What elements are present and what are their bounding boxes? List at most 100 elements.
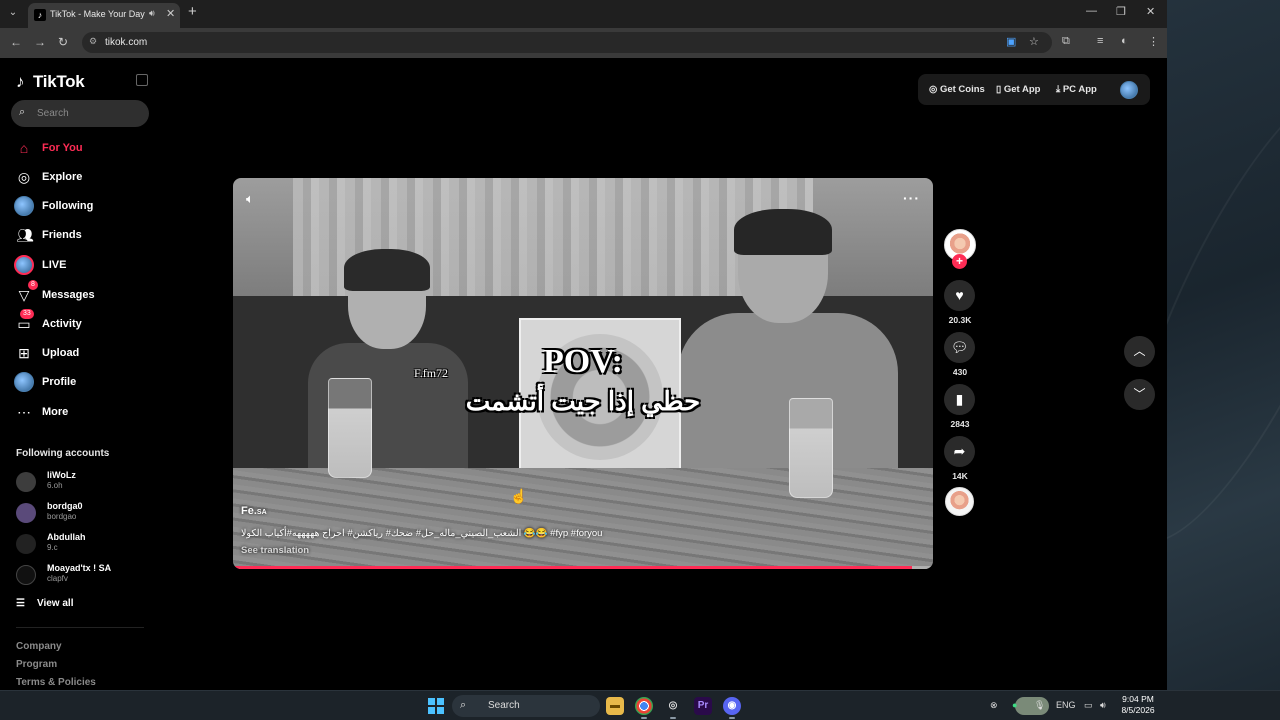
media-control-icon[interactable]: ≡ [1097, 35, 1103, 47]
footer-terms[interactable]: Terms & Policies [16, 677, 96, 688]
search-icon: ⌕ [460, 699, 467, 711]
divider [16, 627, 144, 628]
comment-icon: 💬︎ [950, 339, 969, 355]
collapse-sidebar-icon[interactable] [136, 74, 148, 86]
account-item[interactable]: Moayad'tx ! SA clapfv [16, 563, 146, 587]
site-info-icon[interactable]: ⚙ [89, 36, 101, 48]
nav-label: Friends [42, 229, 82, 241]
video-progress-bar[interactable] [233, 566, 933, 569]
nav-profile[interactable]: Profile [14, 372, 146, 394]
activity-badge: 33 [20, 309, 34, 319]
sound-disc[interactable] [945, 487, 974, 516]
download-icon: ⤓ [1056, 84, 1061, 95]
windows-start-icon[interactable] [428, 698, 444, 714]
tiktok-logo[interactable]: ♪ TikTok [16, 72, 85, 92]
messages-badge: 8 [28, 280, 38, 290]
steam-icon[interactable]: ◎ [664, 697, 682, 715]
network-icon[interactable]: ▭ [1084, 700, 1093, 711]
nav-label: LIVE [42, 259, 67, 271]
taskbar-search-label: Search [488, 700, 520, 711]
language-indicator[interactable]: ENG [1056, 700, 1076, 710]
back-icon[interactable]: ← [10, 35, 22, 49]
reload-icon[interactable]: ↻ [58, 35, 68, 49]
tray-app-icon[interactable]: ⊗ [990, 700, 998, 711]
url-field[interactable]: ⚙ tikok.com [82, 32, 1052, 53]
nav-activity[interactable]: ▭ 33 Activity [16, 309, 146, 336]
premiere-pro-icon[interactable]: Pr [694, 697, 712, 715]
account-handle: 6.oh [47, 481, 63, 490]
system-clock[interactable]: 9:04 PM 8/5/2026 [1118, 694, 1158, 716]
following-accounts-title: Following accounts [16, 448, 110, 459]
speaker-icon[interactable]: 🔊︎ [1100, 700, 1106, 711]
get-app-button[interactable]: ▯ Get App [996, 84, 1040, 95]
user-avatar[interactable] [1120, 81, 1138, 99]
volume-icon[interactable]: 🔈︎ [246, 191, 254, 207]
video-author[interactable]: Fe.SA [241, 505, 267, 517]
search-placeholder: Search [37, 108, 69, 119]
save-button[interactable]: ▮ [944, 384, 975, 415]
comment-button[interactable]: 💬︎ [944, 332, 975, 363]
video-player[interactable]: POV: حظي إذا جيت أتشمت F.fm72 🔈︎ ··· Fe.… [233, 178, 933, 569]
nav-more[interactable]: ⋯ More [16, 402, 146, 424]
forward-icon[interactable]: → [34, 35, 46, 49]
get-coins-button[interactable]: ◎ Get Coins [929, 84, 985, 95]
browser-tab[interactable]: ♪ TikTok - Make Your Day 🔊︎ ✕ [28, 3, 180, 28]
close-tab-icon[interactable]: ✕ [166, 7, 175, 20]
mouse-cursor-icon: ☝ [510, 488, 528, 504]
account-item[interactable]: liWoLz 6.oh [16, 470, 146, 494]
view-all-link[interactable]: ☰ View all [16, 598, 73, 609]
chrome-icon[interactable] [635, 697, 653, 715]
more-options-icon[interactable]: ··· [903, 190, 920, 206]
audio-playing-icon[interactable]: 🔊︎ [149, 8, 155, 19]
account-handle: 9.c [47, 543, 58, 552]
nav-for-you[interactable]: ⌂ For You [16, 138, 146, 160]
share-button[interactable]: ➦ [944, 436, 975, 467]
account-item[interactable]: bordga0 bordgao [16, 501, 146, 525]
like-button[interactable]: ♥ [944, 280, 975, 311]
nav-label: Profile [42, 376, 77, 388]
video-description: الشعب_الصيني_ماله_حل# ضحك# رياكشن# احراج… [241, 528, 603, 539]
get-coins-label: Get Coins [939, 84, 985, 95]
footer-company[interactable]: Company [16, 641, 62, 652]
close-window-icon[interactable]: ✕ [1146, 5, 1155, 18]
discord-icon[interactable]: ◉ [723, 697, 741, 715]
account-item[interactable]: Abdullah 9.c [16, 532, 146, 556]
tiktok-note-icon: ♪ [16, 72, 25, 91]
top-actions-bar: ◎ Get Coins ▯ Get App ⤓ PC App [918, 74, 1150, 105]
nav-label: More [42, 406, 69, 418]
clock-time: 9:04 PM [1122, 694, 1154, 704]
extensions-icon[interactable]: ⧉ [1062, 35, 1070, 48]
tiktok-favicon-icon: ♪ [34, 9, 46, 21]
save-count: 2843 [950, 419, 970, 429]
clock-date: 8/5/2026 [1121, 705, 1155, 715]
video-caption-pov: POV: [543, 343, 623, 380]
new-tab-icon[interactable]: + [188, 3, 197, 20]
nav-upload[interactable]: ⊞ Upload [16, 343, 146, 365]
browser-menu-icon[interactable]: ⋮ [1148, 35, 1159, 48]
search-input[interactable]: ⌕ Search [11, 100, 149, 127]
restore-icon[interactable]: ❐ [1116, 5, 1126, 18]
see-translation-link[interactable]: See translation [241, 545, 309, 556]
minimize-icon[interactable]: — [1086, 5, 1097, 17]
nav-following[interactable]: Following [14, 196, 146, 218]
nav-friends[interactable]: 👥︎ Friends [16, 225, 146, 247]
translate-icon[interactable]: ▣ [1006, 35, 1016, 48]
send-icon: ▽ [18, 287, 30, 303]
nav-explore[interactable]: ◎ Explore [16, 167, 146, 189]
previous-video-button[interactable]: ︿ [1124, 336, 1155, 367]
footer-program[interactable]: Program [16, 659, 57, 670]
pc-app-button[interactable]: ⤓ PC App [1056, 84, 1097, 95]
home-icon: ⌂ [19, 140, 29, 156]
bookmark-star-icon[interactable]: ☆ [1029, 35, 1039, 48]
profile-icon[interactable]: ◐ [1121, 35, 1128, 47]
tab-search-icon[interactable]: ⌄ [5, 5, 21, 21]
share-count: 14K [952, 471, 968, 481]
file-explorer-icon[interactable]: ▬ [606, 697, 624, 715]
nav-messages[interactable]: ▽ 8 Messages [16, 280, 146, 307]
next-video-button[interactable]: ﹀ [1124, 379, 1155, 410]
taskbar-search[interactable]: ⌕ Search [452, 695, 1049, 717]
nav-live[interactable]: LIVE [14, 255, 146, 277]
tray-status-icon[interactable]: ● [1012, 700, 1017, 710]
microphone-icon[interactable]: 🎙︎ [1034, 700, 1045, 711]
follow-plus-icon[interactable]: + [952, 254, 967, 269]
